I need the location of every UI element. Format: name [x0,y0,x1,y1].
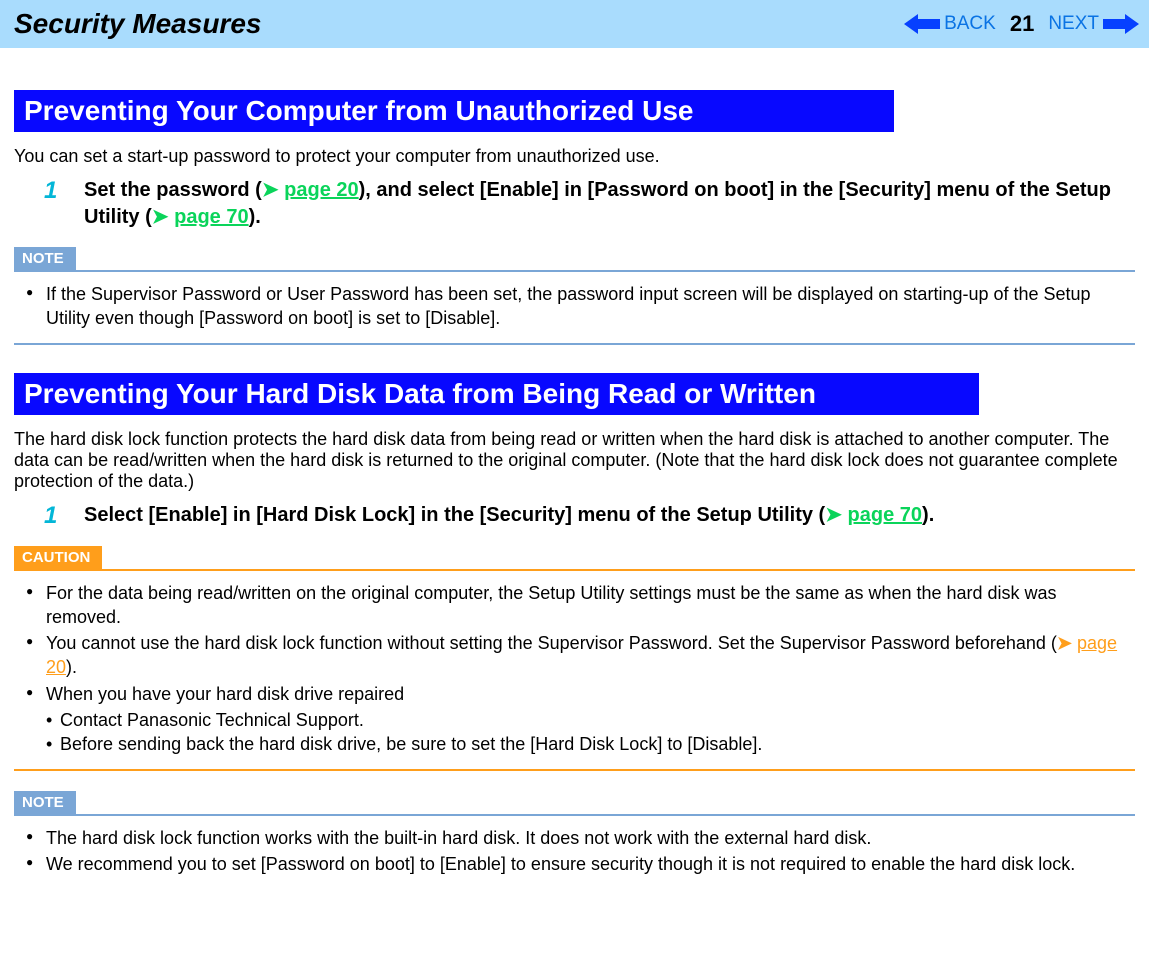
note-item: If the Supervisor Password or User Passw… [22,282,1135,331]
text: You cannot use the hard disk lock functi… [46,633,1057,653]
note-body: The hard disk lock function works with t… [14,816,1135,889]
page-link-70[interactable]: page 70 [174,206,248,228]
text: ). [66,657,77,677]
page-number: 21 [1010,11,1034,37]
section2-heading: Preventing Your Hard Disk Data from Bein… [14,373,979,415]
note-label: NOTE [14,791,76,814]
section1-heading: Preventing Your Computer from Unauthoriz… [14,90,894,132]
page-link-20[interactable]: page 20 [284,179,358,201]
back-arrow-icon [904,14,940,34]
step-text: Select [Enable] in [Hard Disk Lock] in t… [84,502,934,529]
page-link-arrow-icon: ➤ [262,179,284,201]
caution-label: CAUTION [14,546,102,569]
step-text: Set the password (➤ page 20), and select… [84,177,1135,231]
section2-intro: The hard disk lock function protects the… [14,429,1135,492]
caution-body: For the data being read/written on the o… [14,571,1135,769]
caution-item: When you have your hard disk drive repai… [22,682,1135,757]
caution-item: For the data being read/written on the o… [22,581,1135,630]
section1-intro: You can set a start-up password to prote… [14,146,1135,167]
section1-step: 1 Set the password (➤ page 20), and sele… [44,177,1135,231]
text: ). [922,504,934,526]
text: When you have your hard disk drive repai… [46,684,404,704]
content-area: Preventing Your Computer from Unauthoriz… [0,48,1149,888]
nav-controls: BACK 21 NEXT [904,11,1149,37]
note-box-2: NOTE The hard disk lock function works w… [14,781,1135,889]
next-label: NEXT [1048,13,1099,35]
text: Set the password ( [84,179,262,201]
caution-subitem: Before sending back the hard disk drive,… [46,732,1135,756]
back-button[interactable]: BACK [904,13,996,35]
note-label: NOTE [14,247,76,270]
note-item: The hard disk lock function works with t… [22,826,1135,850]
next-button[interactable]: NEXT [1048,13,1139,35]
caution-sublist: Contact Panasonic Technical Support. Bef… [46,708,1135,757]
step-number: 1 [44,177,84,205]
page-link-arrow-icon: ➤ [152,206,174,228]
text: ). [249,206,261,228]
note-box: NOTE If the Supervisor Password or User … [14,237,1135,345]
note-rule [14,343,1135,345]
page-link-70[interactable]: page 70 [848,504,922,526]
page-link-arrow-icon: ➤ [825,504,847,526]
back-label: BACK [944,13,996,35]
page-link-arrow-icon: ➤ [1057,633,1077,653]
note-body: If the Supervisor Password or User Passw… [14,272,1135,343]
text: Select [Enable] in [Hard Disk Lock] in t… [84,504,825,526]
section2-step: 1 Select [Enable] in [Hard Disk Lock] in… [44,502,1135,530]
note-list: The hard disk lock function works with t… [14,826,1135,877]
caution-list: For the data being read/written on the o… [14,581,1135,757]
step-number: 1 [44,502,84,530]
next-arrow-icon [1103,14,1139,34]
caution-item: You cannot use the hard disk lock functi… [22,631,1135,680]
header-bar: Security Measures BACK 21 NEXT [0,0,1149,48]
note-list: If the Supervisor Password or User Passw… [14,282,1135,331]
page-title: Security Measures [14,8,261,40]
caution-subitem: Contact Panasonic Technical Support. [46,708,1135,732]
caution-box: CAUTION For the data being read/written … [14,536,1135,771]
note-item: We recommend you to set [Password on boo… [22,852,1135,876]
